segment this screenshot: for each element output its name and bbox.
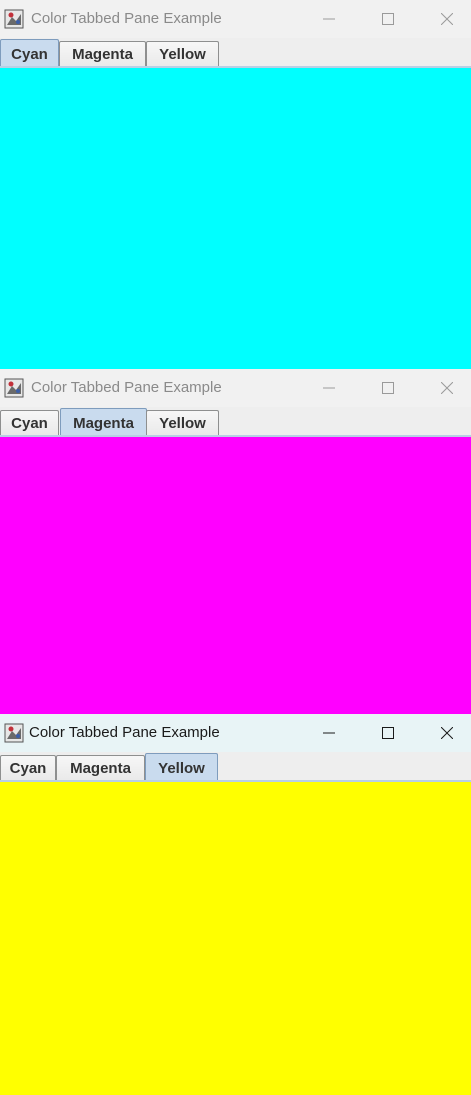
close-button[interactable] [424,373,470,403]
tab-cyan[interactable]: Cyan [0,410,59,436]
minimize-button[interactable] [306,718,352,748]
window-yellow: Color Tabbed Pane Example Cyan Magenta Y… [0,714,471,1095]
tab-yellow[interactable]: Yellow [146,41,219,67]
tab-cyan[interactable]: Cyan [0,755,56,781]
tab-strip: Cyan Magenta Yellow [0,752,471,782]
java-app-icon [4,378,24,398]
title-bar[interactable]: Color Tabbed Pane Example [0,714,471,752]
tab-strip: Cyan Magenta Yellow [0,38,471,68]
close-icon [441,13,453,25]
yellow-panel [0,782,471,1095]
tab-magenta[interactable]: Magenta [59,41,146,67]
window-magenta: Color Tabbed Pane Example Cyan Magenta Y… [0,369,471,715]
tab-strip: Cyan Magenta Yellow [0,407,471,437]
window-title: Color Tabbed Pane Example [31,379,222,396]
tab-yellow[interactable]: Yellow [146,410,219,436]
cyan-panel [0,68,471,370]
maximize-icon [382,382,394,394]
close-button[interactable] [424,718,470,748]
window-title: Color Tabbed Pane Example [31,10,222,27]
maximize-icon [382,727,394,739]
magenta-panel [0,437,471,715]
maximize-button[interactable] [365,373,411,403]
close-button[interactable] [424,4,470,34]
java-app-icon [4,9,24,29]
minimize-icon [323,18,335,20]
java-app-icon [4,723,24,743]
close-icon [441,727,453,739]
minimize-icon [323,387,335,389]
maximize-icon [382,13,394,25]
title-bar[interactable]: Color Tabbed Pane Example [0,0,471,38]
window-title: Color Tabbed Pane Example [29,724,220,741]
tab-magenta[interactable]: Magenta [56,755,145,781]
minimize-button[interactable] [306,4,352,34]
minimize-button[interactable] [306,373,352,403]
tab-magenta[interactable]: Magenta [60,408,147,437]
window-cyan: Color Tabbed Pane Example Cyan Magenta Y… [0,0,471,370]
minimize-icon [323,732,335,734]
maximize-button[interactable] [365,4,411,34]
tab-yellow[interactable]: Yellow [145,753,218,782]
close-icon [441,382,453,394]
maximize-button[interactable] [365,718,411,748]
title-bar[interactable]: Color Tabbed Pane Example [0,369,471,407]
tab-cyan[interactable]: Cyan [0,39,59,68]
